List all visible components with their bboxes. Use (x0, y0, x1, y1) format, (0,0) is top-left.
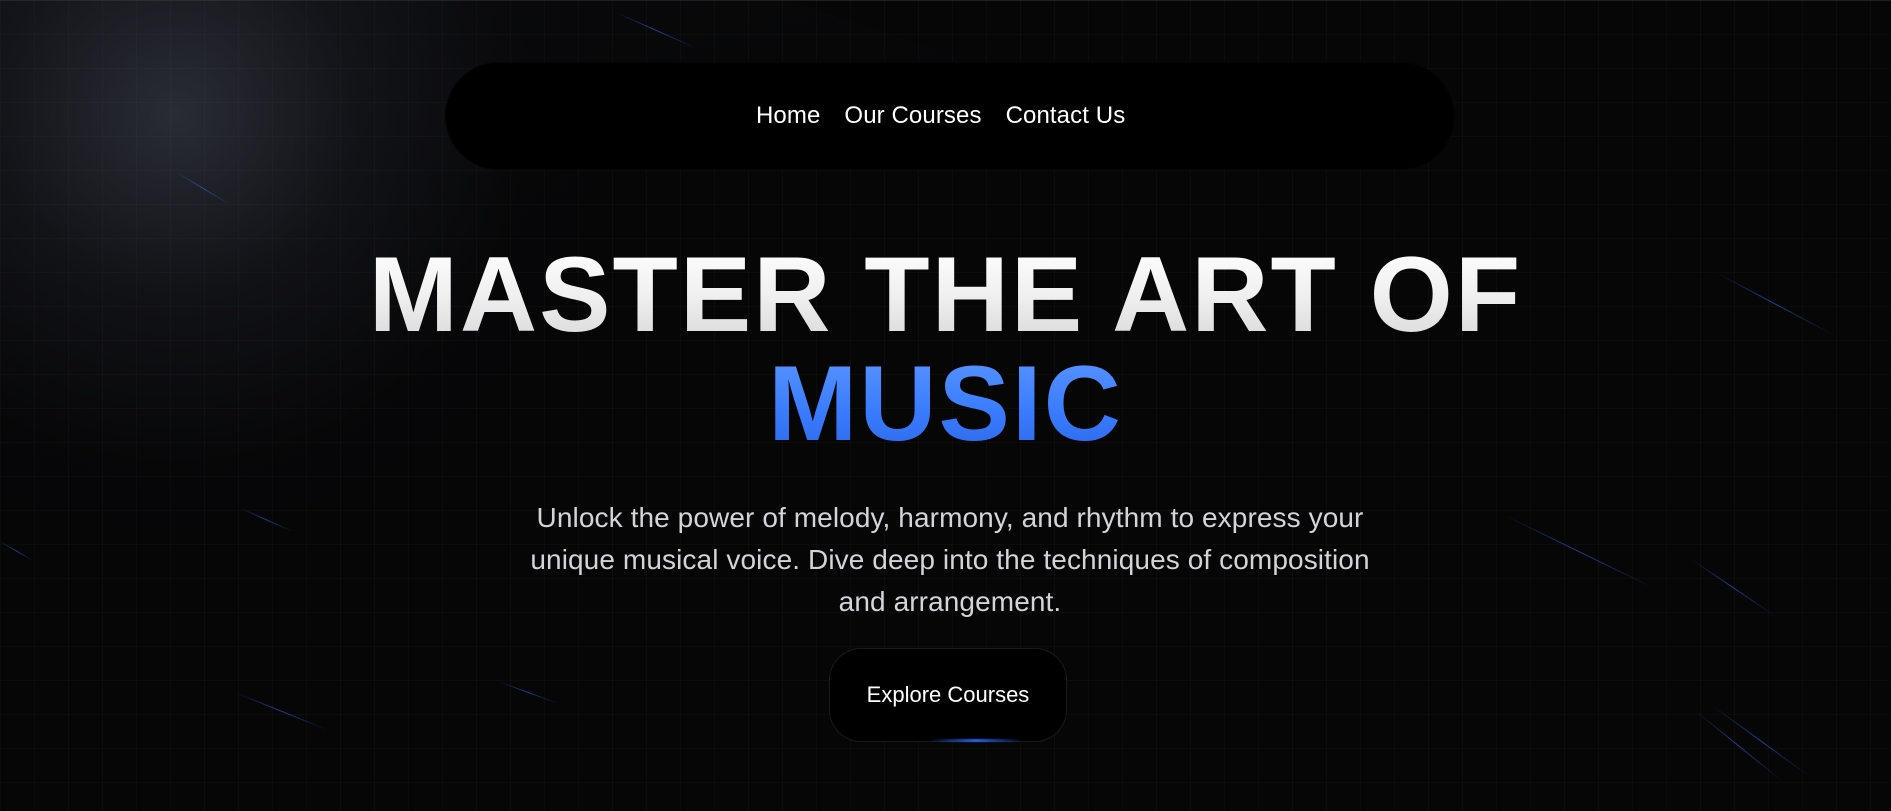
light-streak (174, 171, 231, 205)
button-glow (930, 739, 1022, 742)
light-streak (1711, 705, 1810, 777)
main-navigation: Home Our Courses Contact Us (756, 101, 1125, 131)
light-streak (1504, 515, 1653, 588)
explore-courses-button[interactable]: Explore Courses (829, 648, 1067, 742)
nav-item-our-courses[interactable]: Our Courses (844, 101, 981, 131)
top-border (0, 0, 1891, 1)
light-streak (1689, 558, 1775, 616)
light-streak (497, 681, 558, 704)
light-streak (1694, 710, 1783, 782)
light-streak (0, 541, 34, 561)
hero-headline: MASTER THE ART OF MUSIC (0, 241, 1891, 457)
light-streak (234, 692, 328, 731)
hero-section: Home Our Courses Contact Us MASTER THE A… (0, 0, 1891, 811)
light-streak (240, 508, 293, 532)
light-streak (615, 12, 697, 49)
nav-item-contact-us[interactable]: Contact Us (1006, 101, 1126, 131)
headline-line-primary: MASTER THE ART OF (0, 241, 1891, 348)
nav-item-home[interactable]: Home (756, 101, 820, 131)
headline-line-accent: MUSIC (0, 350, 1891, 457)
hero-subtitle: Unlock the power of melody, harmony, and… (530, 502, 1370, 617)
cta-wrapper: Explore Courses (829, 648, 1067, 742)
